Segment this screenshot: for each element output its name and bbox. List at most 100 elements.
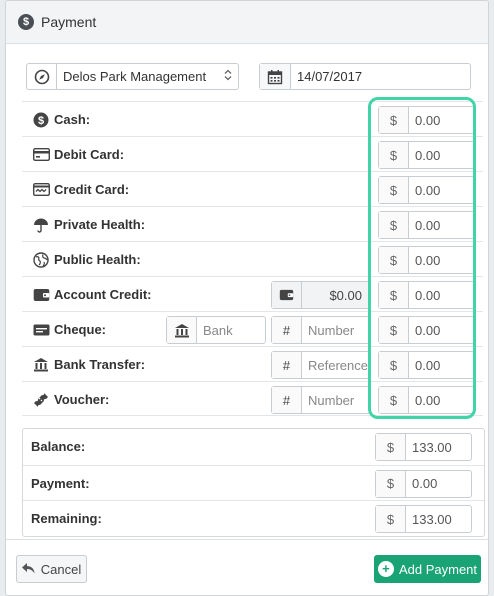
wallet-icon bbox=[272, 282, 302, 308]
currency-prefix: $ bbox=[379, 177, 409, 203]
summary-label: Balance: bbox=[31, 439, 86, 454]
amount-value: 0.00 bbox=[415, 392, 441, 408]
cancel-label: Cancel bbox=[40, 561, 82, 577]
umbrella-icon bbox=[32, 217, 50, 233]
bank-placeholder: Bank bbox=[203, 322, 233, 338]
method-row-account-credit: Account Credit: $0.00 $0.00 bbox=[22, 276, 483, 311]
credit-card-amount-input[interactable]: $0.00 bbox=[378, 176, 475, 204]
transfer-reference-input[interactable]: # Reference bbox=[271, 351, 371, 379]
summary-label: Remaining: bbox=[31, 511, 102, 526]
method-row-private-health: Private Health: $0.00 bbox=[22, 206, 483, 241]
method-label: Cash: bbox=[54, 112, 91, 127]
amount-value: 0.00 bbox=[415, 182, 441, 198]
debit-card-amount-input[interactable]: $0.00 bbox=[378, 141, 475, 169]
amount-value: 0.00 bbox=[415, 112, 441, 128]
amount-value: 0.00 bbox=[415, 147, 441, 163]
voucher-number-input[interactable]: # Number bbox=[271, 386, 371, 414]
currency-prefix: $ bbox=[379, 352, 409, 378]
number-placeholder: Number bbox=[308, 392, 355, 408]
currency-prefix: $ bbox=[379, 212, 409, 238]
date-field[interactable]: 14/07/2017 bbox=[259, 63, 471, 90]
summary-row-remaining: Remaining: $133.00 bbox=[23, 500, 484, 536]
dollar-circle-icon: $ bbox=[32, 112, 50, 128]
amount-value: 0.00 bbox=[412, 476, 438, 491]
modal-footer: Cancel + Add Payment bbox=[6, 539, 488, 595]
currency-prefix: $ bbox=[379, 247, 409, 273]
payment-modal: $ Payment Delos Park Management 14/07/20… bbox=[5, 0, 489, 596]
currency-prefix: $ bbox=[376, 434, 406, 460]
cheque-icon bbox=[32, 324, 50, 336]
practice-select[interactable]: Delos Park Management bbox=[26, 63, 239, 90]
calendar-icon bbox=[260, 64, 291, 89]
svg-text:$: $ bbox=[38, 115, 44, 127]
summary-label: Payment: bbox=[31, 475, 90, 491]
private-health-amount-input[interactable]: $0.00 bbox=[378, 211, 475, 239]
cancel-button[interactable]: Cancel bbox=[16, 555, 87, 583]
method-label: Bank Transfer: bbox=[54, 357, 146, 372]
method-label: Debit Card: bbox=[54, 147, 125, 162]
currency-prefix: $ bbox=[379, 282, 409, 308]
method-row-credit-card: Credit Card: $0.00 bbox=[22, 171, 483, 206]
method-row-bank-transfer: Bank Transfer: # Reference $0.00 bbox=[22, 346, 483, 381]
payment-methods: $ Cash: $0.00 Debit Card: $0.00 Credit Ca… bbox=[22, 101, 483, 416]
bank-input[interactable]: Bank bbox=[166, 316, 266, 344]
amount-value: 133.00 bbox=[412, 511, 452, 527]
amount-value: 0.00 bbox=[415, 217, 441, 233]
dollar-circle-icon: $ bbox=[18, 14, 34, 30]
date-value: 14/07/2017 bbox=[297, 69, 363, 84]
practice-value: Delos Park Management bbox=[63, 69, 207, 84]
amount-value: 0.00 bbox=[415, 322, 441, 338]
card-icon bbox=[32, 148, 50, 161]
bank-icon bbox=[32, 357, 50, 372]
method-label: Private Health: bbox=[54, 217, 146, 232]
currency-prefix: $ bbox=[376, 470, 406, 497]
plus-circle-icon: + bbox=[377, 561, 394, 577]
hash-icon: # bbox=[272, 387, 302, 413]
currency-prefix: $ bbox=[379, 317, 409, 343]
amount-value: 0.00 bbox=[415, 252, 441, 268]
select-arrows-icon bbox=[218, 69, 238, 84]
number-placeholder: Number bbox=[308, 322, 355, 338]
credit-value: $0.00 bbox=[329, 287, 362, 303]
cash-amount-input[interactable]: $0.00 bbox=[378, 106, 475, 134]
balance-amount: $133.00 bbox=[375, 433, 472, 461]
remaining-amount: $133.00 bbox=[375, 505, 472, 533]
add-payment-label: Add Payment bbox=[398, 561, 478, 577]
voucher-amount-input[interactable]: $0.00 bbox=[378, 386, 475, 414]
compass-icon bbox=[27, 64, 57, 89]
summary-row-payment: Payment: $0.00 bbox=[23, 464, 484, 501]
hash-icon: # bbox=[272, 317, 302, 343]
amount-value: 133.00 bbox=[412, 439, 452, 455]
ticket-icon bbox=[32, 392, 50, 408]
method-label: Voucher: bbox=[54, 392, 110, 407]
amount-value: 0.00 bbox=[415, 287, 441, 303]
public-health-amount-input[interactable]: $0.00 bbox=[378, 246, 475, 274]
method-row-voucher: Voucher: # Number $0.00 bbox=[22, 381, 483, 416]
account-credit-balance: $0.00 bbox=[271, 281, 371, 309]
reference-placeholder: Reference bbox=[308, 357, 368, 373]
method-label: Public Health: bbox=[54, 252, 141, 267]
hash-icon: # bbox=[272, 352, 302, 378]
bank-icon bbox=[167, 317, 197, 343]
method-row-public-health: Public Health: $0.00 bbox=[22, 241, 483, 276]
reply-arrow-icon bbox=[21, 562, 35, 577]
modal-title: Payment bbox=[41, 14, 97, 30]
currency-prefix: $ bbox=[379, 107, 409, 133]
method-label: Account Credit: bbox=[54, 287, 152, 302]
add-payment-button[interactable]: + Add Payment bbox=[374, 555, 481, 583]
currency-prefix: $ bbox=[376, 506, 406, 532]
method-row-debit-card: Debit Card: $0.00 bbox=[22, 136, 483, 171]
method-label: Cheque: bbox=[54, 322, 106, 337]
bank-transfer-amount-input[interactable]: $0.00 bbox=[378, 351, 475, 379]
method-row-cash: $ Cash: $0.00 bbox=[22, 101, 483, 136]
cheque-number-input[interactable]: # Number bbox=[271, 316, 371, 344]
currency-prefix: $ bbox=[379, 142, 409, 168]
amount-value: 0.00 bbox=[415, 357, 441, 373]
summary-panel: Balance: $133.00 Payment: $0.00 Remainin… bbox=[22, 428, 485, 537]
currency-prefix: $ bbox=[379, 387, 409, 413]
method-label: Credit Card: bbox=[54, 182, 130, 197]
cheque-amount-input[interactable]: $0.00 bbox=[378, 316, 475, 344]
credit-card-icon bbox=[32, 183, 50, 196]
account-credit-amount-input[interactable]: $0.00 bbox=[378, 281, 475, 309]
summary-row-balance: Balance: $133.00 bbox=[23, 429, 484, 465]
